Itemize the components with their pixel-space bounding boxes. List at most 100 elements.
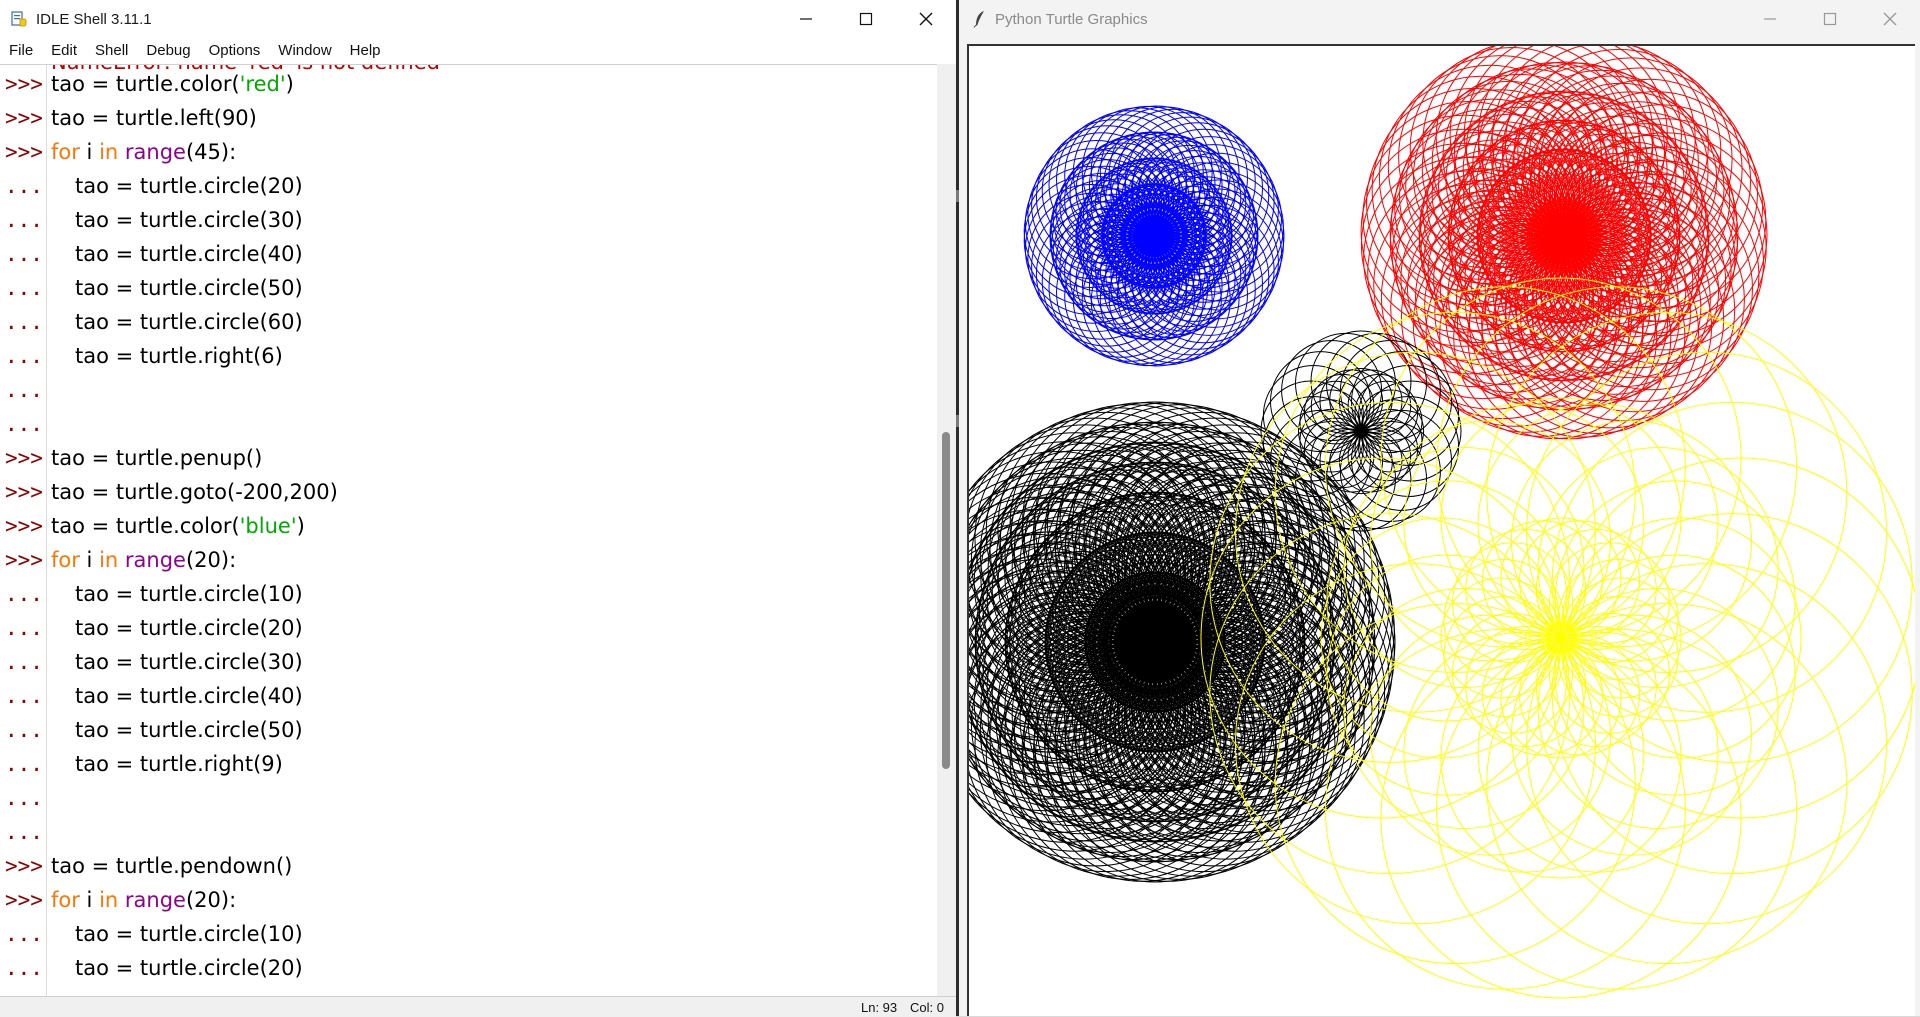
close-icon (1883, 12, 1897, 26)
shell-line: ... tao = turtle.circle(50) (0, 713, 937, 747)
code-text: tao = turtle.left(90) (51, 106, 257, 130)
status-line-number: Ln: 93 (861, 1000, 898, 1015)
shell-line: ... tao = turtle.right(9) (0, 747, 937, 781)
continuation-prompt: ... (5, 378, 43, 402)
turtle-canvas[interactable] (967, 44, 1915, 1016)
code-text: tao = turtle.right(6) (75, 344, 283, 368)
yellow-rosette-stroke (1526, 563, 1888, 925)
yellow-rosette-stroke (1500, 517, 1622, 639)
shell-prompt: >>> (5, 446, 43, 470)
menu-file[interactable]: File (0, 38, 42, 64)
minimize-button[interactable] (776, 0, 836, 38)
shell-prompt: >>> (5, 548, 43, 572)
code-text: for i in range(20): (51, 888, 237, 912)
yellow-rosette-stroke (1551, 401, 1913, 763)
shell-line: >>> for i in range(20): (0, 543, 937, 577)
vertical-scrollbar[interactable] (937, 64, 956, 996)
status-bar: Ln: 93 Col: 0 (0, 996, 956, 1017)
yellow-rosette-stroke (1440, 577, 1562, 699)
idle-menubar: File Edit Shell Debug Options Window Hel… (0, 38, 956, 64)
yellow-rosette-stroke (1234, 563, 1596, 925)
shell-prompt: >>> (5, 106, 43, 130)
turtle-close-button[interactable] (1860, 0, 1920, 38)
shell-line: ... tao = turtle.circle(30) (0, 645, 937, 679)
continuation-prompt: ... (5, 752, 43, 776)
code-text: tao = turtle.circle(20) (75, 956, 303, 980)
minimize-icon (1764, 18, 1776, 20)
menu-window[interactable]: Window (269, 38, 340, 64)
menu-options[interactable]: Options (200, 38, 270, 64)
close-icon (919, 12, 933, 26)
close-button[interactable] (896, 0, 956, 38)
red-spiral (1360, 46, 1768, 440)
shell-line: >>> tao = turtle.penup() (0, 441, 937, 475)
code-text: tao = turtle.circle(30) (75, 208, 303, 232)
code-text: tao = turtle.circle(20) (75, 616, 303, 640)
shell-line: >>> tao = turtle.pendown() (0, 849, 937, 883)
idle-window-title: IDLE Shell 3.11.1 (36, 10, 152, 28)
menu-debug[interactable]: Debug (137, 38, 199, 64)
code-text: tao = turtle.circle(50) (75, 276, 303, 300)
code-text: for i in range(45): (51, 140, 237, 164)
code-text: tao = turtle.circle(60) (75, 310, 303, 334)
shell-line: ... tao = turtle.circle(20) (0, 169, 937, 203)
shell-line: ... tao = turtle.circle(10) (0, 577, 937, 611)
idle-shell-window: IDLE Shell 3.11.1 File Edit Shell Debug … (0, 0, 956, 1017)
shell-text-area[interactable]: NameError: name 'red' is not defined >>>… (0, 64, 937, 997)
code-text: tao = turtle.color('blue') (51, 514, 305, 538)
continuation-prompt: ... (5, 922, 43, 946)
shell-line: ... (0, 781, 937, 815)
continuation-prompt: ... (5, 582, 43, 606)
menu-shell[interactable]: Shell (86, 38, 137, 64)
code-text: tao = turtle.right(9) (75, 752, 283, 776)
turtle-window-title: Python Turtle Graphics (995, 10, 1148, 28)
shell-line: ... tao = turtle.circle(20) (0, 611, 937, 645)
idle-window-controls (776, 0, 956, 38)
shell-prompt: >>> (5, 72, 43, 96)
yellow-rosette-stroke (1500, 637, 1622, 759)
code-text: for i in range(20): (51, 548, 237, 572)
maximize-button[interactable] (836, 0, 896, 38)
continuation-prompt: ... (5, 344, 43, 368)
code-text: tao = turtle.penup() (51, 446, 263, 470)
python-idle-icon (11, 11, 27, 27)
turtle-maximize-button[interactable] (1800, 0, 1860, 38)
shell-prompt: >>> (5, 854, 43, 878)
continuation-prompt: ... (5, 684, 43, 708)
scrollbar-thumb[interactable] (942, 432, 950, 769)
blue-spiral (1023, 105, 1285, 367)
menu-edit[interactable]: Edit (42, 38, 86, 64)
shell-line: >>> tao = turtle.color('red') (0, 67, 937, 101)
shell-line: ... tao = turtle.circle(60) (0, 305, 937, 339)
shell-prompt: >>> (5, 514, 43, 538)
continuation-prompt: ... (5, 276, 43, 300)
idle-titlebar[interactable]: IDLE Shell 3.11.1 (0, 0, 956, 38)
shell-line: ... (0, 407, 937, 441)
turtle-graphics-window: Python Turtle Graphics (959, 0, 1920, 1016)
turtle-drawing (969, 46, 1915, 999)
continuation-prompt: ... (5, 820, 43, 844)
code-text: tao = turtle.circle(10) (75, 922, 303, 946)
continuation-prompt: ... (5, 650, 43, 674)
continuation-prompt: ... (5, 208, 43, 232)
shell-line: ... (0, 373, 937, 407)
shell-line: ... tao = turtle.circle(10) (0, 917, 937, 951)
turtle-minimize-button[interactable] (1740, 0, 1800, 38)
turtle-titlebar[interactable]: Python Turtle Graphics (959, 0, 1920, 38)
turtle-window-controls (1740, 0, 1920, 38)
code-text: tao = turtle.circle(50) (75, 718, 303, 742)
shell-line: >>> tao = turtle.left(90) (0, 101, 937, 135)
minimize-icon (800, 18, 812, 20)
code-text: tao = turtle.pendown() (51, 854, 293, 878)
yellow-rosette-stroke (1436, 628, 1798, 990)
menu-help[interactable]: Help (341, 38, 390, 64)
shell-prompt: >>> (5, 888, 43, 912)
yellow-rosette-stroke (1324, 286, 1686, 648)
code-text: tao = turtle.circle(30) (75, 650, 303, 674)
continuation-prompt: ... (5, 956, 43, 980)
shell-prompt: >>> (5, 140, 43, 164)
shell-line: ... tao = turtle.right(6) (0, 339, 937, 373)
continuation-prompt: ... (5, 718, 43, 742)
continuation-prompt: ... (5, 310, 43, 334)
continuation-prompt: ... (5, 242, 43, 266)
